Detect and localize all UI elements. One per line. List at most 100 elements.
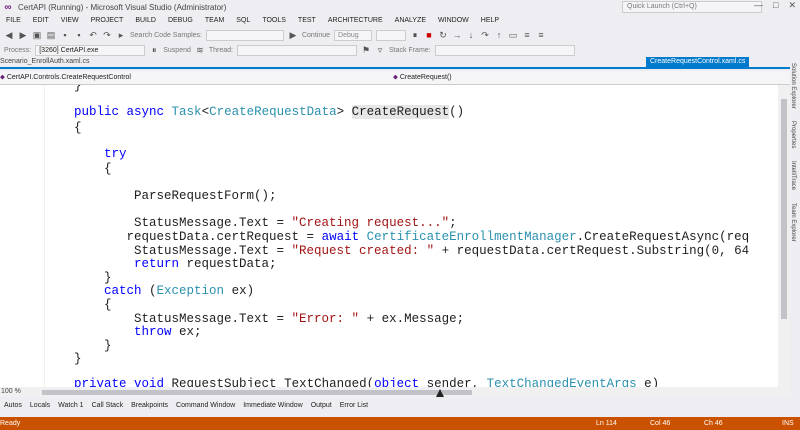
stop-debugging-icon[interactable]: ■	[424, 30, 434, 40]
menu-build[interactable]: BUILD	[129, 17, 162, 24]
menu-project[interactable]: PROJECT	[85, 17, 130, 24]
step-into-icon[interactable]: ↓	[466, 30, 476, 40]
tab-breakpoints[interactable]: Breakpoints	[127, 402, 172, 409]
horizontal-scrollbar[interactable]: 100 %	[0, 387, 790, 397]
code-line: {	[14, 121, 82, 135]
document-tab-strip: Scenario_EnrollAuth.xaml.cs CreateReques…	[0, 57, 790, 69]
filter-icon[interactable]: ▿	[375, 45, 385, 56]
menu-architecture[interactable]: ARCHITECTURE	[322, 17, 389, 24]
code-content: } public async Task<CreateRequestData> C…	[0, 85, 749, 387]
vertical-scrollbar[interactable]	[778, 85, 790, 387]
save-icon[interactable]: ▪	[60, 30, 70, 40]
window-title: CertAPI (Running) - Microsoft Visual Stu…	[18, 2, 227, 12]
code-line: StatusMessage.Text = "Error: " + ex.Mess…	[14, 312, 465, 326]
tab-command-window[interactable]: Command Window	[172, 402, 239, 409]
member-dropdown[interactable]: ⬥ CreateRequest()	[393, 72, 778, 83]
code-line: StatusMessage.Text = "Request created: "…	[14, 244, 750, 258]
quick-launch-input[interactable]: Quick Launch (Ctrl+Q)	[622, 1, 762, 13]
tab-autos[interactable]: Autos	[0, 402, 26, 409]
zoom-level[interactable]: 100 %	[1, 387, 21, 397]
tab-scenario-enrollauth[interactable]: Scenario_EnrollAuth.xaml.cs	[0, 58, 90, 65]
code-line: requestData.certRequest = await Certific…	[14, 230, 750, 244]
tab-createrequestcontrol[interactable]: CreateRequestControl.xaml.cs	[646, 57, 750, 67]
standard-toolbar: ◀ ▶ ▣ ▤ ▪ ▪ ↶ ↷ ▸ Search Code Samples: ▶…	[0, 27, 800, 43]
search-code-samples-label: Search Code Samples:	[130, 31, 202, 39]
back-icon[interactable]: ◀	[4, 30, 14, 41]
minimize-icon[interactable]: —	[754, 0, 763, 11]
suspend-button[interactable]: Suspend	[163, 47, 191, 54]
show-next-statement-icon[interactable]: →	[452, 30, 462, 40]
restart-icon[interactable]: ↻	[438, 30, 448, 41]
tab-properties[interactable]: Properties	[790, 121, 796, 148]
forward-icon[interactable]: ▶	[18, 30, 28, 41]
vertical-scrollbar-thumb[interactable]	[781, 99, 787, 319]
tab-error-list[interactable]: Error List	[336, 402, 372, 409]
configuration-select[interactable]: Debug	[334, 29, 373, 41]
tab-output[interactable]: Output	[307, 402, 336, 409]
continue-icon[interactable]: ▶	[288, 30, 298, 41]
suspend-icon[interactable]: ⏸	[149, 45, 159, 56]
uncomment-icon[interactable]: ≡	[536, 30, 546, 40]
window-controls: — □ ✕	[754, 0, 796, 11]
menu-team[interactable]: TEAM	[199, 17, 230, 24]
redo-icon[interactable]: ↷	[102, 30, 112, 41]
tab-intellitrace[interactable]: IntelliTrace	[790, 161, 796, 190]
code-line: {	[14, 298, 112, 312]
thread-select[interactable]	[237, 44, 357, 56]
menu-sql[interactable]: SQL	[230, 17, 256, 24]
code-editor[interactable]: } public async Task<CreateRequestData> C…	[0, 85, 778, 387]
code-line: {	[14, 162, 112, 176]
step-over-icon[interactable]: ↷	[480, 30, 490, 41]
close-icon[interactable]: ✕	[788, 0, 796, 11]
step-out-icon[interactable]: ↑	[494, 30, 504, 40]
member-dropdown-label: CreateRequest()	[399, 74, 452, 81]
stack-frame-label: Stack Frame:	[389, 46, 431, 54]
menu-help[interactable]: HELP	[475, 17, 505, 24]
process-select[interactable]: [3260] CertAPI.exe	[35, 44, 146, 56]
menu-debug[interactable]: DEBUG	[162, 17, 199, 24]
tab-solution-explorer[interactable]: Solution Explorer	[790, 63, 796, 109]
undo-icon[interactable]: ↶	[88, 30, 98, 41]
tab-call-stack[interactable]: Call Stack	[88, 402, 128, 409]
thread-label: Thread:	[208, 46, 233, 54]
process-label: Process:	[4, 46, 32, 54]
continue-button[interactable]: Continue	[302, 32, 330, 39]
tab-watch-1[interactable]: Watch 1	[54, 402, 87, 409]
menu-window[interactable]: WINDOW	[432, 17, 475, 24]
open-icon[interactable]: ▤	[46, 30, 56, 41]
menu-analyze[interactable]: ANALYZE	[389, 17, 432, 24]
menu-test[interactable]: TEST	[292, 17, 322, 24]
type-dropdown-label: CertAPI.Controls.CreateRequestControl	[6, 74, 131, 81]
code-line: private void RequestSubject_TextChanged(…	[74, 377, 660, 387]
status-bar: Ready Ln 114 Col 46 Ch 46 INS	[0, 417, 800, 430]
menu-tools[interactable]: TOOLS	[256, 17, 292, 24]
bottom-tool-tabs: Autos Locals Watch 1 Call Stack Breakpoi…	[0, 399, 800, 412]
menu-file[interactable]: FILE	[0, 17, 27, 24]
menu-bar: FILE EDIT VIEW PROJECT BUILD DEBUG TEAM …	[0, 14, 800, 27]
bookmark-icon[interactable]: ▭	[508, 30, 518, 41]
class-icon: ⬥	[0, 74, 5, 81]
menu-edit[interactable]: EDIT	[27, 17, 55, 24]
status-insert-mode: INS	[782, 420, 794, 427]
stack-frame-select[interactable]	[434, 44, 575, 56]
menu-view[interactable]: VIEW	[55, 17, 85, 24]
platform-select[interactable]	[376, 29, 407, 41]
code-line: StatusMessage.Text = "Creating request..…	[14, 216, 457, 230]
code-line: try	[104, 147, 127, 161]
type-dropdown[interactable]: ⬥ CertAPI.Controls.CreateRequestControl	[0, 72, 390, 83]
status-column: Col 46	[650, 420, 671, 427]
new-project-icon[interactable]: ▣	[32, 30, 42, 41]
maximize-icon[interactable]: □	[773, 0, 778, 11]
flag-icon[interactable]: ⚑	[361, 45, 371, 56]
tab-locals[interactable]: Locals	[26, 402, 54, 409]
navigation-bar: ⬥ CertAPI.Controls.CreateRequestControl …	[0, 71, 790, 85]
break-all-icon[interactable]: ⏸	[410, 30, 420, 41]
comment-icon[interactable]: ≡	[522, 30, 532, 40]
tab-immediate-window[interactable]: Immediate Window	[239, 402, 307, 409]
code-line: ParseRequestForm();	[14, 189, 277, 203]
search-code-samples-input[interactable]	[205, 29, 284, 41]
tab-team-explorer[interactable]: Team Explorer	[790, 203, 796, 242]
method-icon: ⬥	[393, 74, 398, 81]
save-all-icon[interactable]: ▪	[74, 30, 84, 40]
horizontal-scrollbar-thumb[interactable]	[42, 390, 472, 395]
